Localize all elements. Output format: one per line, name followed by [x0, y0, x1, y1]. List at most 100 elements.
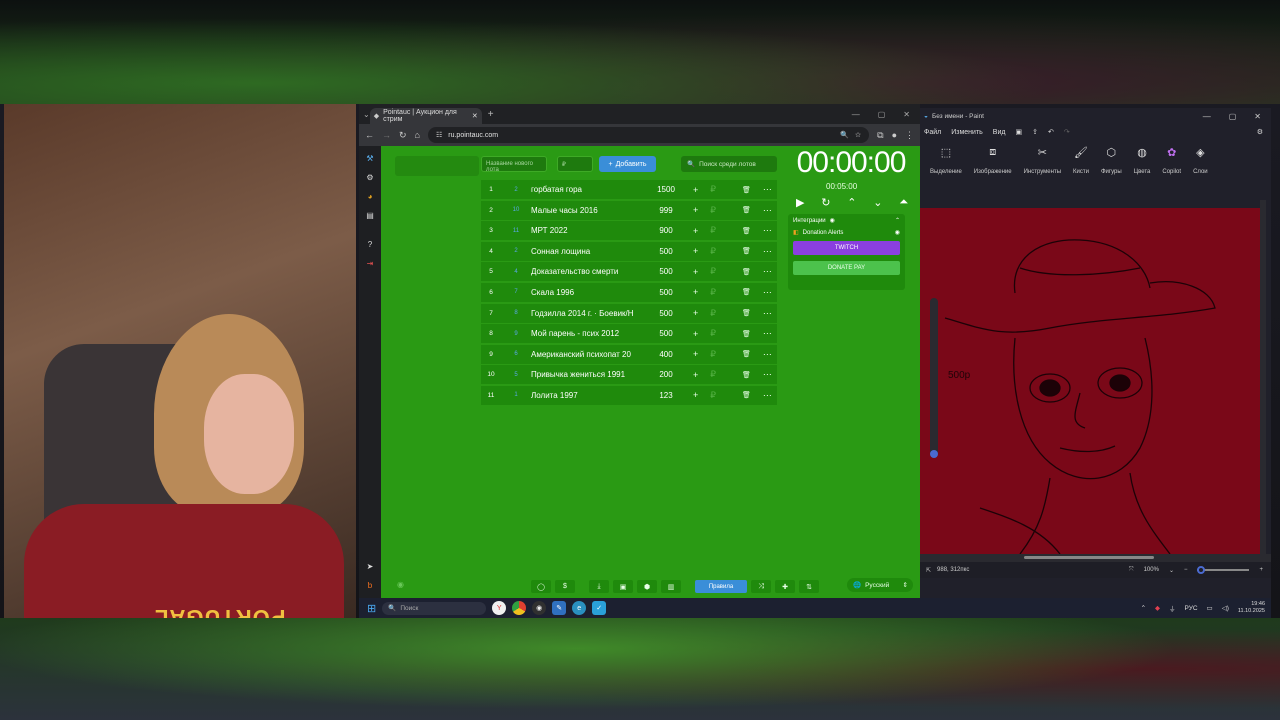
- visibility-icon[interactable]: ◉: [397, 580, 404, 589]
- lot-row[interactable]: 11 1 Лолита 1997 123 + ₽ 🗑 ⋯: [481, 385, 777, 405]
- delete-lot-icon[interactable]: 🗑: [742, 227, 751, 235]
- add-amount-icon[interactable]: +: [693, 267, 698, 277]
- menu-edit[interactable]: Изменить: [951, 129, 983, 136]
- redo-icon[interactable]: ↷: [1064, 128, 1070, 136]
- more-options-icon[interactable]: ⋯: [763, 287, 772, 298]
- lot-row[interactable]: 4 2 Сонная лощина 500 + ₽ 🗑 ⋯: [481, 241, 777, 261]
- lot-name[interactable]: Американский психопат 20: [531, 350, 647, 359]
- lot-name[interactable]: Малые часы 2016: [531, 206, 647, 215]
- reload-icon[interactable]: ↻: [399, 130, 407, 141]
- extra-amount-icon[interactable]: ₽: [710, 349, 716, 360]
- profile-icon[interactable]: ●: [892, 130, 897, 140]
- extra-amount-icon[interactable]: ₽: [710, 205, 716, 216]
- lot-search-input[interactable]: 🔍 Поиск среди лотов: [681, 156, 777, 172]
- delete-lot-icon[interactable]: 🗑: [742, 371, 751, 379]
- image-slot[interactable]: [395, 156, 479, 176]
- lot-row[interactable]: 7 8 Годзилла 2014 г. · Боевик/Н 500 + ₽ 🗑 ⋯: [481, 303, 777, 323]
- add-amount-icon[interactable]: +: [693, 370, 698, 380]
- lot-row[interactable]: 9 6 Американский психопат 20 400 + ₽ 🗑 ⋯: [481, 344, 777, 364]
- lot-name[interactable]: Годзилла 2014 г. · Боевик/Н: [531, 309, 647, 318]
- paint-taskbar-icon[interactable]: ✎: [552, 601, 567, 615]
- add-amount-icon[interactable]: +: [693, 185, 698, 195]
- boosty-icon[interactable]: ƅ: [368, 581, 372, 590]
- add-all-button[interactable]: ✚: [775, 580, 795, 593]
- menu-file[interactable]: Файл: [924, 129, 941, 136]
- new-tab-icon[interactable]: +: [488, 109, 494, 120]
- lot-row[interactable]: 2 10 Малые часы 2016 999 + ₽ 🗑 ⋯: [481, 200, 777, 220]
- bookmark-star-icon[interactable]: ☆: [855, 131, 861, 139]
- paint-settings-icon[interactable]: ⚙: [1257, 128, 1271, 136]
- lot-name[interactable]: Мой парень - псих 2012: [531, 329, 647, 338]
- more-options-icon[interactable]: ⋯: [763, 266, 772, 277]
- extensions-icon[interactable]: ⧉: [877, 130, 883, 141]
- extra-amount-icon[interactable]: ₽: [710, 287, 716, 298]
- minimize-icon[interactable]: —: [852, 110, 860, 119]
- horizontal-scroll-thumb[interactable]: [1024, 556, 1154, 559]
- tool-tools[interactable]: ✂ Инструменты: [1018, 142, 1067, 179]
- lot-name[interactable]: Скала 1996: [531, 288, 647, 297]
- more-options-icon[interactable]: ⋯: [763, 328, 772, 339]
- zoom-level[interactable]: 100%: [1144, 567, 1159, 573]
- extra-amount-icon[interactable]: ₽: [710, 369, 716, 380]
- zoom-dropdown-icon[interactable]: ⌄: [1169, 567, 1174, 574]
- forward-icon[interactable]: →: [382, 130, 391, 140]
- lot-row[interactable]: 10 5 Привычка жениться 1991 200 + ₽ 🗑 ⋯: [481, 365, 777, 385]
- save-button[interactable]: ▣: [613, 580, 633, 593]
- tab-pointauc[interactable]: ◆ Pointauc | Аукцион для стрим ✕: [369, 108, 482, 124]
- lot-row[interactable]: 5 4 Доказательство смерти 500 + ₽ 🗑 ⋯: [481, 262, 777, 282]
- delete-all-button[interactable]: ⬢: [637, 580, 657, 593]
- extra-amount-icon[interactable]: ₽: [710, 308, 716, 319]
- dollar-button[interactable]: $: [555, 580, 575, 593]
- increase-time-icon[interactable]: ⌃: [847, 196, 856, 209]
- delete-lot-icon[interactable]: 🗑: [742, 309, 751, 317]
- more-options-icon[interactable]: ⋯: [763, 184, 772, 195]
- lot-row[interactable]: 6 7 Скала 1996 500 + ₽ 🗑 ⋯: [481, 282, 777, 302]
- more-options-icon[interactable]: ⋯: [763, 225, 772, 236]
- tool-selection[interactable]: ⬚ Выделение: [924, 142, 968, 179]
- zoom-out-icon[interactable]: −: [1184, 567, 1188, 573]
- obs-icon[interactable]: ◉: [532, 601, 547, 615]
- edge-icon[interactable]: e: [572, 601, 587, 615]
- telegram-taskbar-icon[interactable]: ✓: [592, 601, 607, 615]
- new-lot-amount-input[interactable]: ₽: [557, 156, 593, 172]
- volume-icon[interactable]: ◁): [1222, 604, 1229, 612]
- share-icon[interactable]: ⇪: [1032, 128, 1038, 136]
- add-amount-icon[interactable]: +: [693, 246, 698, 256]
- language-select[interactable]: 🌐 Русский ⇕: [847, 578, 913, 592]
- delete-lot-icon[interactable]: 🗑: [742, 350, 751, 358]
- auction-icon[interactable]: ⚒: [366, 154, 373, 163]
- delete-lot-icon[interactable]: 🗑: [742, 391, 751, 399]
- close-icon[interactable]: ✕: [903, 110, 910, 119]
- more-options-icon[interactable]: ⋯: [763, 390, 772, 401]
- shuffle-button[interactable]: ⤨: [751, 580, 771, 593]
- twitch-button[interactable]: TWITCH: [793, 241, 900, 255]
- zoom-in-icon[interactable]: +: [1259, 567, 1263, 573]
- decrease-time-icon[interactable]: ⌄: [873, 196, 882, 209]
- sort-button[interactable]: ⇅: [799, 580, 819, 593]
- lot-name[interactable]: МРТ 2022: [531, 226, 647, 235]
- add-amount-icon[interactable]: +: [693, 390, 698, 400]
- more-options-icon[interactable]: ⋯: [763, 246, 772, 257]
- undo-icon[interactable]: ↶: [1048, 128, 1054, 136]
- more-options-icon[interactable]: ⋯: [763, 308, 772, 319]
- tool-copilot[interactable]: ✿ Copilot: [1156, 142, 1187, 179]
- donation-alerts-toggle[interactable]: ◉: [895, 229, 900, 236]
- wheel-icon[interactable]: ◕: [368, 192, 373, 201]
- delete-lot-icon[interactable]: 🗑: [742, 206, 751, 214]
- lot-name[interactable]: Доказательство смерти: [531, 267, 647, 276]
- chrome-icon[interactable]: [512, 601, 527, 615]
- telegram-icon[interactable]: ➤: [367, 562, 374, 571]
- tray-app-icon[interactable]: ◆: [1155, 604, 1160, 612]
- extra-amount-icon[interactable]: ₽: [710, 390, 716, 401]
- add-amount-icon[interactable]: +: [693, 329, 698, 339]
- paint-canvas[interactable]: 500р: [920, 208, 1260, 554]
- taskbar-search[interactable]: 🔍 Поиск: [382, 601, 487, 615]
- github-button[interactable]: ◯: [531, 580, 551, 593]
- menu-icon[interactable]: ⋮: [905, 130, 914, 141]
- paint-minimize-icon[interactable]: —: [1203, 112, 1211, 121]
- paint-maximize-icon[interactable]: ▢: [1229, 112, 1237, 121]
- delete-lot-icon[interactable]: 🗑: [742, 186, 751, 194]
- reset-icon[interactable]: ↻: [821, 196, 830, 209]
- play-icon[interactable]: ▶: [796, 196, 804, 209]
- menu-view[interactable]: Вид: [993, 129, 1006, 136]
